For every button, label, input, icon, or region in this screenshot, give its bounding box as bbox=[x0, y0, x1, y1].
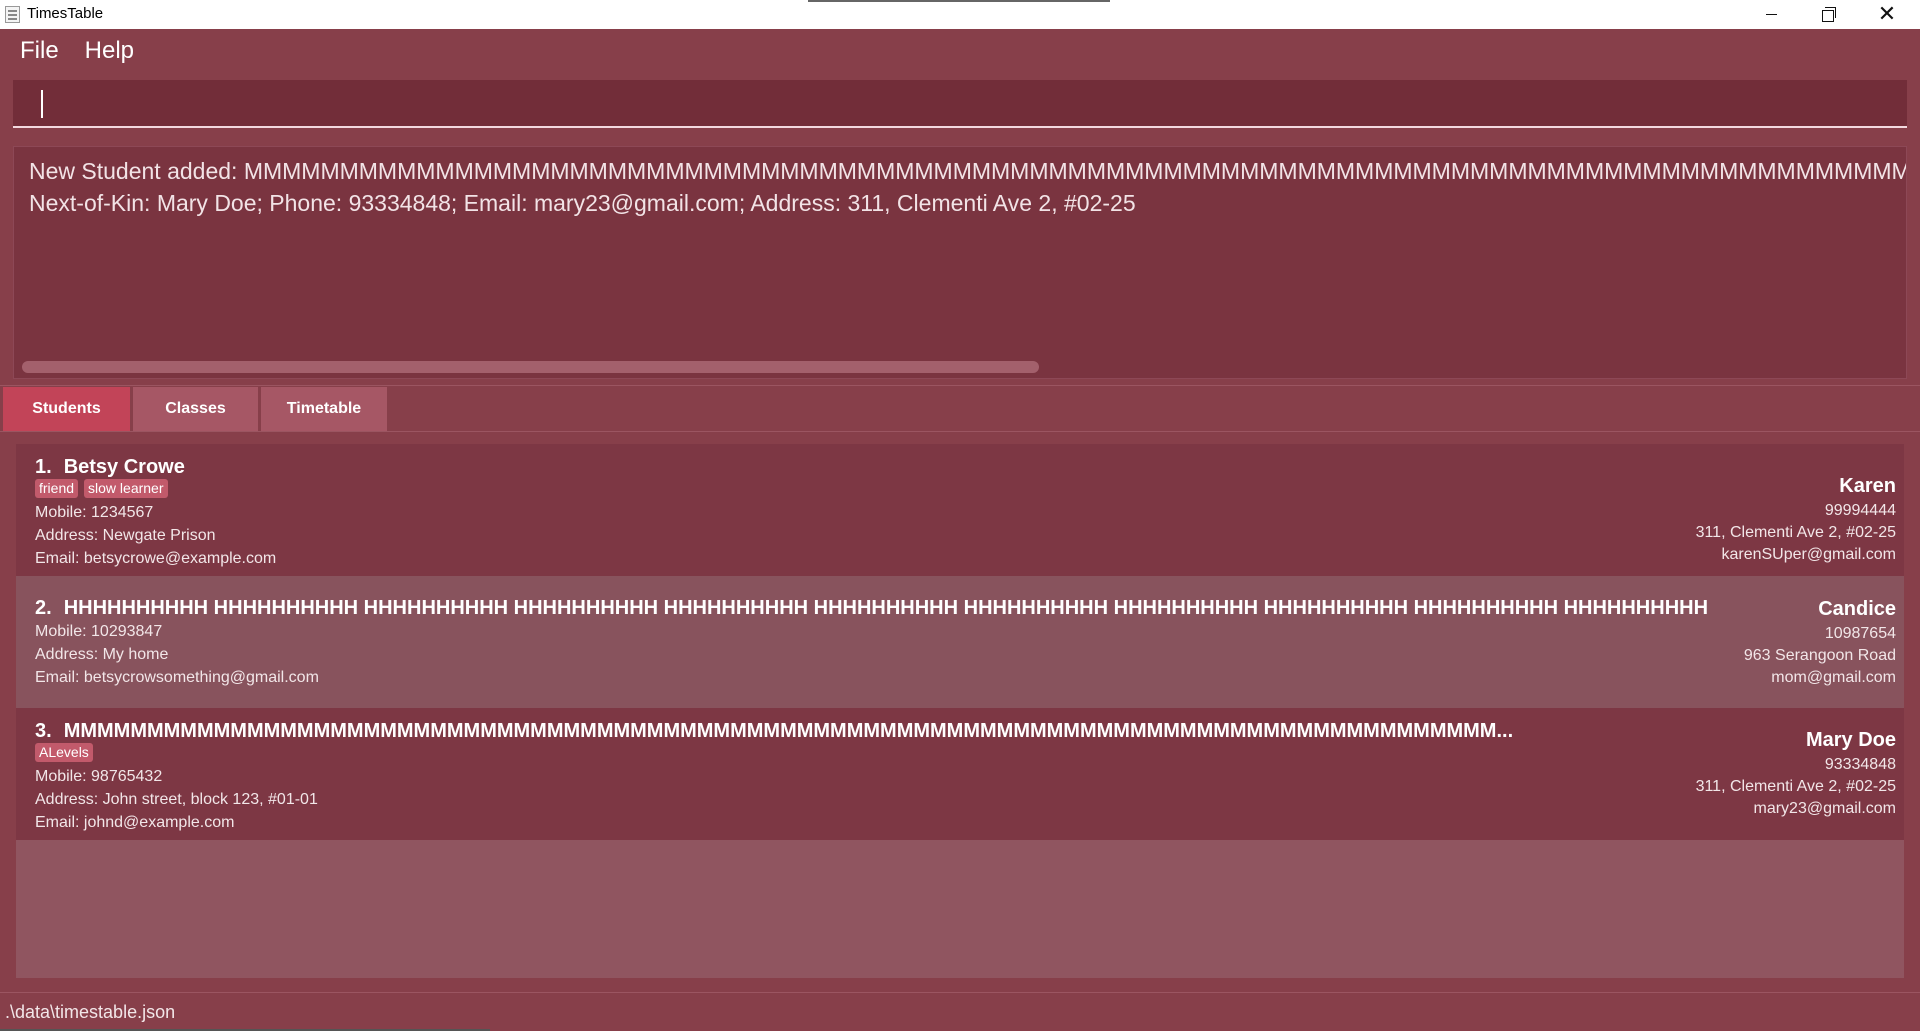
student-address: Address: My home bbox=[35, 646, 169, 663]
menu-bar: File Help bbox=[0, 29, 1920, 72]
student-address: Address: Newgate Prison bbox=[35, 527, 216, 544]
student-name: 1. Betsy Crowe bbox=[35, 456, 185, 479]
student-email: Email: betsycrowe@example.com bbox=[35, 550, 277, 567]
data-file-path: .\data\timestable.json bbox=[5, 1002, 176, 1022]
student-name: 3. MMMMMMMMMMMMMMMMMMMMMMMMMMMMMMMMMMMMMM… bbox=[35, 720, 1513, 743]
result-text: New Student added: MMMMMMMMMMMMMMMMMMMMM… bbox=[29, 155, 1906, 219]
scrollbar-thumb[interactable] bbox=[22, 361, 1039, 373]
tab-classes[interactable]: Classes bbox=[133, 387, 258, 431]
kin-name: Karen bbox=[1839, 475, 1896, 497]
tab-bar: Students Classes Timetable bbox=[3, 387, 390, 431]
document-icon bbox=[5, 6, 20, 23]
close-icon: ✕ bbox=[1877, 2, 1897, 27]
tag: slow learner bbox=[84, 479, 168, 498]
tab-timetable[interactable]: Timetable bbox=[261, 387, 387, 431]
kin-address: 963 Serangoon Road bbox=[1743, 647, 1896, 664]
kin-email: mom@gmail.com bbox=[1771, 669, 1896, 686]
command-box bbox=[13, 80, 1907, 128]
kin-email: karenSUper@gmail.com bbox=[1721, 546, 1896, 563]
kin-phone: 93334848 bbox=[1824, 756, 1896, 773]
student-email: Email: johnd@example.com bbox=[35, 814, 235, 831]
minimize-button[interactable] bbox=[1742, 0, 1800, 29]
next-of-kin: Candice 10987654 963 Serangoon Road mom@… bbox=[1744, 598, 1896, 687]
kin-address: 311, Clementi Ave 2, #02-25 bbox=[1695, 524, 1896, 541]
result-display[interactable]: New Student added: MMMMMMMMMMMMMMMMMMMMM… bbox=[13, 146, 1907, 379]
close-button[interactable]: ✕ bbox=[1858, 0, 1916, 29]
student-index: 3. bbox=[35, 720, 52, 742]
drag-indicator bbox=[808, 0, 1110, 2]
next-of-kin: Karen 99994444 311, Clementi Ave 2, #02-… bbox=[1696, 475, 1896, 564]
student-name: 2. HHHHHHHHHH HHHHHHHHHH HHHHHHHHHH HHHHH… bbox=[35, 597, 1708, 620]
kin-phone: 99994444 bbox=[1824, 502, 1896, 519]
tag-list: ALevels bbox=[35, 743, 99, 762]
student-mobile: Mobile: 98765432 bbox=[35, 768, 163, 785]
tag: ALevels bbox=[35, 743, 93, 762]
divider bbox=[0, 431, 1920, 432]
list-item[interactable]: 3. MMMMMMMMMMMMMMMMMMMMMMMMMMMMMMMMMMMMMM… bbox=[16, 708, 1904, 840]
student-mobile: Mobile: 1234567 bbox=[35, 504, 154, 521]
student-name-text: MMMMMMMMMMMMMMMMMMMMMMMMMMMMMMMMMMMMMMMM… bbox=[63, 720, 1514, 742]
text-caret bbox=[41, 90, 43, 118]
list-item[interactable]: 2. HHHHHHHHHH HHHHHHHHHH HHHHHHHHHH HHHHH… bbox=[16, 576, 1904, 708]
window-title: TimesTable bbox=[27, 5, 104, 22]
student-mobile: Mobile: 10293847 bbox=[35, 623, 163, 640]
result-line-1: New Student added: MMMMMMMMMMMMMMMMMMMMM… bbox=[29, 158, 1906, 184]
student-address: Address: John street, block 123, #01-01 bbox=[35, 791, 318, 808]
kin-name: Candice bbox=[1818, 598, 1896, 620]
horizontal-scrollbar[interactable] bbox=[22, 359, 1898, 373]
menu-help[interactable]: Help bbox=[85, 37, 134, 65]
student-list[interactable]: 1. Betsy Crowe friend slow learner Mobile… bbox=[16, 444, 1904, 978]
student-index: 1. bbox=[35, 456, 52, 478]
maximize-button[interactable] bbox=[1800, 0, 1858, 29]
title-bar: TimesTable ✕ bbox=[0, 0, 1920, 29]
student-email: Email: betsycrowsomething@gmail.com bbox=[35, 669, 319, 686]
kin-phone: 10987654 bbox=[1824, 625, 1896, 642]
kin-name: Mary Doe bbox=[1805, 729, 1896, 751]
kin-email: mary23@gmail.com bbox=[1753, 800, 1897, 817]
student-name-text: Betsy Crowe bbox=[63, 456, 185, 478]
minimize-icon bbox=[1765, 14, 1777, 15]
list-item[interactable]: 1. Betsy Crowe friend slow learner Mobile… bbox=[16, 444, 1904, 576]
student-index: 2. bbox=[35, 597, 52, 619]
command-input[interactable] bbox=[13, 80, 1907, 126]
tag-list: friend slow learner bbox=[35, 479, 174, 498]
tag: friend bbox=[35, 479, 79, 498]
result-line-2: Next-of-Kin: Mary Doe; Phone: 93334848; … bbox=[29, 190, 1136, 216]
kin-address: 311, Clementi Ave 2, #02-25 bbox=[1695, 778, 1896, 795]
next-of-kin: Mary Doe 93334848 311, Clementi Ave 2, #… bbox=[1696, 729, 1896, 818]
divider bbox=[0, 385, 1920, 386]
student-name-text: HHHHHHHHHH HHHHHHHHHH HHHHHHHHHH HHHHHHH… bbox=[63, 597, 1709, 619]
restore-icon bbox=[1822, 6, 1836, 22]
status-bar: .\data\timestable.json bbox=[0, 992, 1920, 1031]
menu-file[interactable]: File bbox=[20, 37, 59, 65]
tab-students[interactable]: Students bbox=[3, 387, 130, 431]
